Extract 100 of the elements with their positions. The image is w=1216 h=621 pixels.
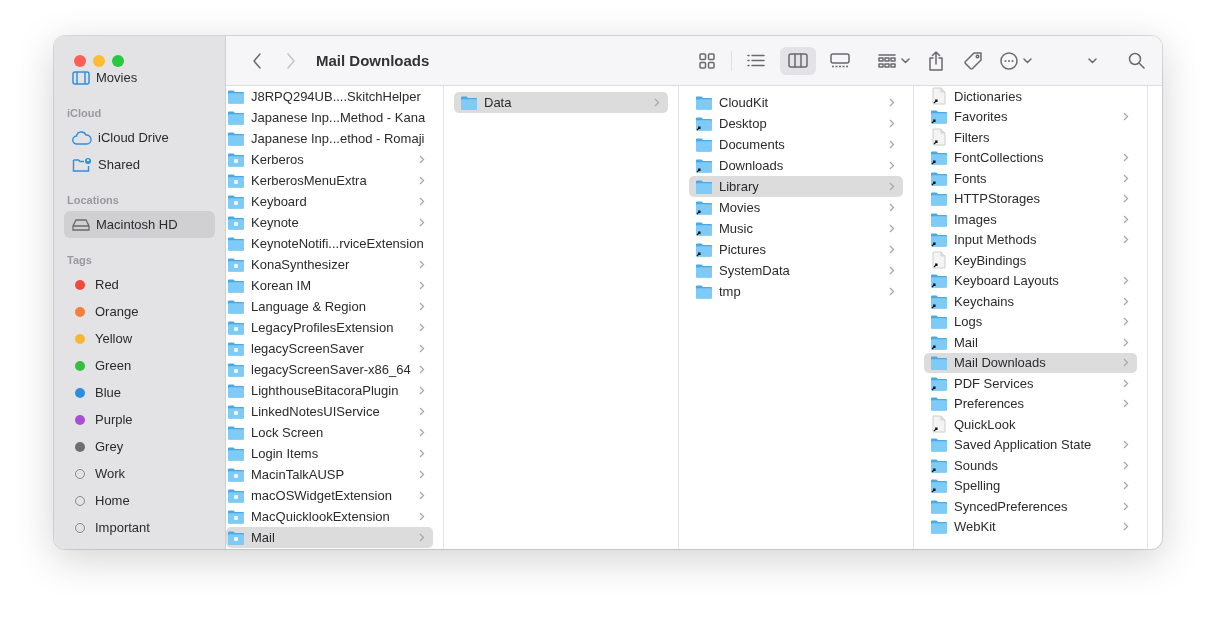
folder-icon xyxy=(227,278,245,293)
file-list-item[interactable]: Preferences xyxy=(924,393,1137,414)
file-list-item[interactable]: Lock Screen xyxy=(226,422,433,443)
file-list-item[interactable]: KeynoteNotifi...rviceExtension xyxy=(226,233,433,254)
chevron-icon xyxy=(419,344,425,353)
chevron-icon xyxy=(1123,235,1129,245)
sidebar-item[interactable]: Home xyxy=(64,487,215,514)
chevron-icon xyxy=(419,176,425,185)
grid-icon xyxy=(699,52,715,69)
file-list-item[interactable]: legacyScreenSaver-x86_64 xyxy=(226,359,433,380)
sidebar-item[interactable]: Red xyxy=(64,271,215,298)
file-list-item[interactable]: Mail xyxy=(226,527,433,548)
sidebar-item[interactable]: Movies xyxy=(64,64,215,91)
file-list-item[interactable]: Keychains xyxy=(924,291,1137,312)
file-list-item[interactable]: Images xyxy=(924,209,1137,230)
file-list-item[interactable]: legacyScreenSaver xyxy=(226,338,433,359)
file-list-item[interactable]: Mail Downloads xyxy=(924,352,1137,373)
alias-folder-icon xyxy=(695,221,713,236)
file-list-item[interactable]: Fonts xyxy=(924,168,1137,189)
file-list-item[interactable]: Saved Application State xyxy=(924,434,1137,455)
file-list-item[interactable]: Japanese Inp...ethod - Romaji xyxy=(226,128,433,149)
app-folder-icon xyxy=(227,467,245,482)
chevron-icon xyxy=(419,281,425,290)
file-list-item[interactable]: Data xyxy=(454,92,668,113)
file-list-item[interactable]: Japanese Inp...Method - Kana xyxy=(226,107,433,128)
file-list-item[interactable]: SystemData xyxy=(689,260,903,281)
file-list-item[interactable]: Keyboard Layouts xyxy=(924,270,1137,291)
app-folder-icon xyxy=(227,194,245,209)
file-list-item[interactable]: Language & Region xyxy=(226,296,433,317)
file-list-item[interactable]: J8RPQ294UB....SkitchHelper xyxy=(226,86,433,107)
view-mode-button[interactable] xyxy=(780,46,816,75)
file-list-item[interactable]: tmp xyxy=(689,281,903,302)
file-list-item[interactable]: MacinTalkAUSP xyxy=(226,464,433,485)
file-list-item[interactable]: KerberosMenuExtra xyxy=(226,170,433,191)
file-list-item[interactable]: KeyBindings xyxy=(924,250,1137,271)
file-list-item[interactable]: Favorites xyxy=(924,106,1137,127)
file-list-item[interactable]: Dictionaries xyxy=(924,86,1137,107)
sidebar-item[interactable]: Blue xyxy=(64,379,215,406)
alias-file-icon xyxy=(931,251,947,270)
alias-folder-icon xyxy=(930,109,948,125)
file-list-item[interactable]: KonaSynthesizer xyxy=(226,254,433,275)
file-list-item[interactable]: Keyboard xyxy=(226,191,433,212)
file-list-item[interactable]: Keynote xyxy=(226,212,433,233)
file-list-item[interactable]: Mail xyxy=(924,332,1137,353)
sidebar-item[interactable]: Work xyxy=(64,460,215,487)
columns-icon xyxy=(788,53,808,68)
app-folder-icon xyxy=(227,488,245,503)
file-list-item[interactable]: Login Items xyxy=(226,443,433,464)
file-list-item[interactable]: Logs xyxy=(924,311,1137,332)
chevron-icon xyxy=(419,323,425,332)
alias-folder-icon xyxy=(930,150,948,166)
file-list-item[interactable]: LinkedNotesUIService xyxy=(226,401,433,422)
sidebar-item[interactable]: Macintosh HD xyxy=(64,211,215,238)
chevron-icon xyxy=(419,218,425,227)
sidebar-item[interactable]: iCloud Drive xyxy=(64,124,215,151)
folder-icon xyxy=(930,437,948,453)
file-list-item[interactable]: SyncedPreferences xyxy=(924,496,1137,517)
caret-icon xyxy=(901,57,910,64)
file-list-item[interactable]: macOSWidgetExtension xyxy=(226,485,433,506)
file-list-item[interactable]: Downloads xyxy=(689,155,903,176)
file-list-item[interactable]: Desktop xyxy=(689,113,903,134)
file-list-item[interactable]: Korean IM xyxy=(226,275,433,296)
file-list-item[interactable]: Library xyxy=(689,176,903,197)
file-list-item[interactable]: Input Methods xyxy=(924,229,1137,250)
chevron-icon xyxy=(419,428,425,437)
chevron-icon xyxy=(419,449,425,458)
alias-folder-icon xyxy=(695,242,713,257)
alias-folder-icon xyxy=(930,170,948,186)
sidebar-item[interactable]: Important xyxy=(64,514,215,541)
file-list-item[interactable]: Kerberos xyxy=(226,149,433,170)
chevron-icon xyxy=(889,245,895,254)
file-list-item[interactable]: Documents xyxy=(689,134,903,155)
file-list-item[interactable]: Filters xyxy=(924,127,1137,148)
file-list-item[interactable]: QuickLook xyxy=(924,414,1137,435)
sidebar-section-header: iCloud xyxy=(66,106,103,121)
alias-folder-icon xyxy=(930,375,948,391)
file-list-item[interactable]: Music xyxy=(689,218,903,239)
chevron-icon xyxy=(889,119,895,128)
app-folder-icon xyxy=(227,404,245,419)
file-list-item[interactable]: MacQuicklookExtension xyxy=(226,506,433,527)
file-list-item[interactable]: WebKit xyxy=(924,516,1137,537)
file-list-item[interactable]: CloudKit xyxy=(689,92,903,113)
sidebar-item[interactable]: Yellow xyxy=(64,325,215,352)
file-list-item[interactable]: Pictures xyxy=(689,239,903,260)
file-list-item[interactable]: PDF Services xyxy=(924,373,1137,394)
folder-icon xyxy=(930,519,948,535)
file-list-item[interactable]: FontCollections xyxy=(924,147,1137,168)
file-list-item[interactable]: LegacyProfilesExtension xyxy=(226,317,433,338)
sidebar-item[interactable]: Grey xyxy=(64,433,215,460)
file-list-item[interactable]: LighthouseBitacoraPlugin xyxy=(226,380,433,401)
sidebar-item[interactable]: Purple xyxy=(64,406,215,433)
file-list-item[interactable]: Movies xyxy=(689,197,903,218)
sidebar-item[interactable]: Green xyxy=(64,352,215,379)
file-list-item[interactable]: Sounds xyxy=(924,455,1137,476)
sidebar-item[interactable]: Shared xyxy=(64,151,215,178)
app-folder-icon xyxy=(227,362,245,377)
sidebar-item[interactable]: Orange xyxy=(64,298,215,325)
file-list-item[interactable]: HTTPStorages xyxy=(924,188,1137,209)
file-list-item[interactable]: Spelling xyxy=(924,475,1137,496)
close-button[interactable] xyxy=(74,55,86,67)
